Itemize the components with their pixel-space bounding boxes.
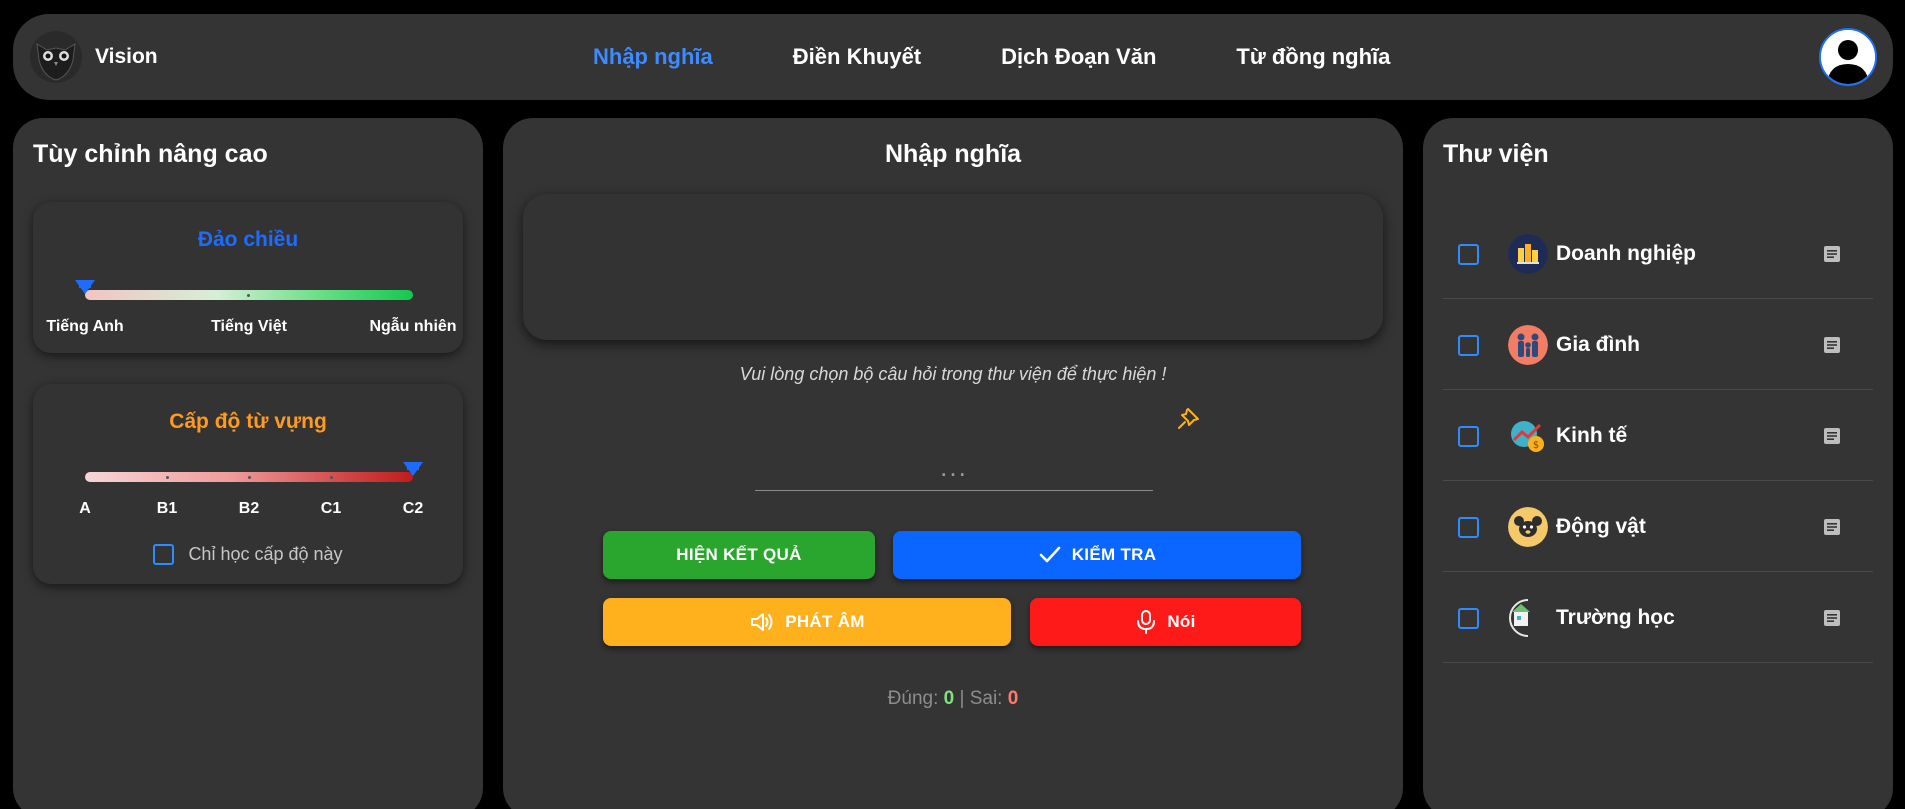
library-item-kinh-te[interactable]: $ Kinh tế <box>1443 390 1873 481</box>
score-display: Đúng: 0 | Sai: 0 <box>503 688 1403 710</box>
library-item-checkbox[interactable] <box>1458 335 1479 356</box>
level-label-b1: B1 <box>156 500 178 517</box>
direction-slider-thumb[interactable] <box>75 280 95 294</box>
library-item-checkbox[interactable] <box>1458 608 1479 629</box>
direction-title: Đảo chiều <box>197 228 299 251</box>
speaker-icon <box>751 613 773 631</box>
level-label-a: A <box>79 500 91 517</box>
only-this-level-checkbox[interactable] <box>153 544 175 565</box>
wrong-label: Sai: <box>969 688 1003 709</box>
check-label: KIỂM TRA <box>1071 545 1157 564</box>
owl-logo-icon <box>30 31 82 83</box>
brand[interactable]: Vision <box>29 30 158 84</box>
top-navbar: Vision Nhập nghĩa Điền Khuyết Dịch Đoạn … <box>13 14 1893 100</box>
correct-count: 0 <box>943 688 955 709</box>
speak-label: Nói <box>1167 612 1196 631</box>
advanced-settings-panel: Tùy chỉnh nâng cao Đảo chiều Tiếng Anh T… <box>13 118 483 809</box>
library-item-truong-hoc[interactable]: Trường học <box>1443 572 1873 663</box>
document-icon[interactable] <box>1823 609 1841 627</box>
family-icon <box>1508 325 1548 365</box>
nav-dich-doan-van[interactable]: Dịch Đoạn Văn <box>1001 44 1156 70</box>
economy-icon: $ <box>1508 416 1548 456</box>
level-title: Cấp độ từ vựng <box>169 410 327 433</box>
level-slider-thumb[interactable] <box>403 462 423 476</box>
checkmark-icon <box>1039 546 1061 563</box>
level-card: Cấp độ từ vựng A B1 B2 C1 C2 Chỉ học cấp… <box>33 384 463 584</box>
library-title: Thư viện <box>1443 140 1549 168</box>
wrong-count: 0 <box>1007 688 1019 709</box>
business-icon <box>1508 234 1548 274</box>
answer-underline <box>755 490 1153 491</box>
score-separator: | <box>959 688 965 709</box>
direction-label-random: Ngẫu nhiên <box>369 318 457 335</box>
direction-card: Đảo chiều Tiếng Anh Tiếng Việt Ngẫu nhiê… <box>33 202 463 353</box>
select-set-hint: Vui lòng chọn bộ câu hỏi trong thư viện … <box>739 364 1167 384</box>
document-icon[interactable] <box>1823 518 1841 536</box>
question-box <box>523 194 1383 340</box>
library-item-checkbox[interactable] <box>1458 426 1479 447</box>
nav-nhap-nghia[interactable]: Nhập nghĩa <box>593 44 713 70</box>
only-this-level-label: Chỉ học cấp độ này <box>188 544 343 564</box>
document-icon[interactable] <box>1823 245 1841 263</box>
level-label-c2: C2 <box>402 500 424 517</box>
pronounce-label: PHÁT ÂM <box>785 612 865 631</box>
exercise-title: Nhập nghĩa <box>884 140 1022 168</box>
library-item-checkbox[interactable] <box>1458 244 1479 265</box>
library-item-label: Động vật <box>1556 515 1646 538</box>
library-panel: Thư viện Doanh nghiệp Gia đình $ Kinh tế… <box>1423 118 1893 809</box>
library-item-gia-dinh[interactable]: Gia đình <box>1443 299 1873 390</box>
nav-dien-khuyet[interactable]: Điền Khuyết <box>793 44 921 70</box>
library-item-doanh-nghiep[interactable]: Doanh nghiệp <box>1443 208 1873 299</box>
speak-button[interactable]: Nói <box>1030 598 1301 646</box>
user-avatar[interactable] <box>1819 28 1877 86</box>
library-item-label: Trường học <box>1556 606 1675 629</box>
exercise-panel: Nhập nghĩa Vui lòng chọn bộ câu hỏi tron… <box>503 118 1403 809</box>
library-list: Doanh nghiệp Gia đình $ Kinh tế Động vật… <box>1443 208 1873 663</box>
library-item-checkbox[interactable] <box>1458 517 1479 538</box>
show-result-button[interactable]: HIỆN KẾT QUẢ <box>603 531 875 579</box>
main-nav: Nhập nghĩa Điền Khuyết Dịch Đoạn Văn Từ … <box>593 14 1470 100</box>
library-item-label: Kinh tế <box>1556 424 1628 447</box>
direction-label-vietnamese: Tiếng Việt <box>211 318 287 335</box>
brand-name: Vision <box>95 45 158 68</box>
svg-text:$: $ <box>1533 440 1539 451</box>
nav-tu-dong-nghia[interactable]: Từ đồng nghĩa <box>1236 44 1390 70</box>
panel-title: Tùy chỉnh nâng cao <box>33 140 268 168</box>
answer-input[interactable]: ... <box>755 452 1153 483</box>
document-icon[interactable] <box>1823 427 1841 445</box>
library-item-label: Gia đình <box>1556 333 1640 356</box>
microphone-icon <box>1137 610 1156 634</box>
check-button[interactable]: KIỂM TRA <box>893 531 1301 579</box>
show-result-label: HIỆN KẾT QUẢ <box>676 545 802 564</box>
document-icon[interactable] <box>1823 336 1841 354</box>
pin-icon[interactable] <box>1175 404 1203 432</box>
library-item-dong-vat[interactable]: Động vật <box>1443 481 1873 572</box>
only-this-level-option[interactable]: Chỉ học cấp độ này <box>33 544 463 565</box>
pronounce-button[interactable]: PHÁT ÂM <box>603 598 1011 646</box>
slider-tick <box>330 476 333 479</box>
slider-tick <box>166 476 169 479</box>
school-icon <box>1508 598 1548 638</box>
slider-tick <box>248 476 251 479</box>
direction-label-english: Tiếng Anh <box>46 318 124 335</box>
user-icon <box>1821 30 1875 84</box>
animal-icon <box>1508 507 1548 547</box>
level-label-b2: B2 <box>238 500 260 517</box>
slider-tick <box>247 294 250 297</box>
library-item-label: Doanh nghiệp <box>1556 242 1696 265</box>
level-label-c1: C1 <box>320 500 342 517</box>
correct-label: Đúng: <box>887 688 939 709</box>
